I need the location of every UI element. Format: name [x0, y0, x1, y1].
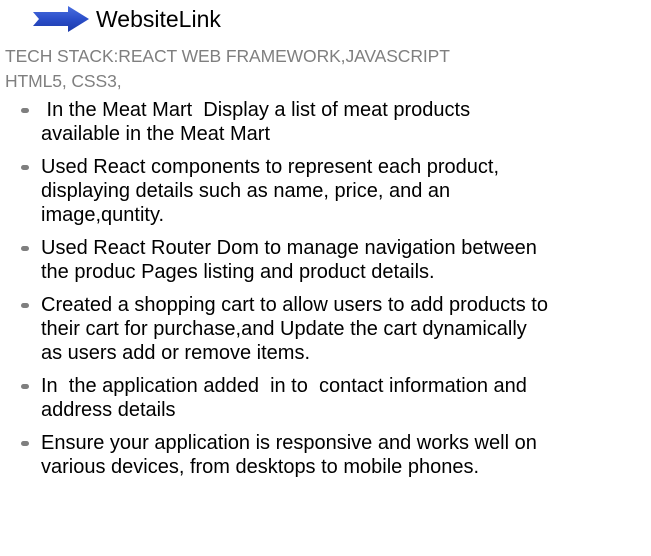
bullet-line: the produc Pages listing and product det… — [41, 261, 435, 283]
list-item: Ensure your application is responsive an… — [0, 431, 651, 479]
bullet-line: available in the Meat Mart — [41, 123, 271, 145]
bullet-line: Created a shopping cart to allow users t… — [41, 294, 548, 316]
list-item: In the application added in to contact i… — [0, 374, 651, 422]
right-arrow-icon — [32, 6, 90, 32]
bullet-line: Ensure your application is responsive an… — [41, 432, 537, 454]
tech-stack-text: TECH STACK:REACT WEB FRAMEWORK,JAVASCRIP… — [5, 44, 625, 94]
bullet-line: image,quntity. — [41, 204, 165, 226]
bullet-line: as users add or remove items. — [41, 342, 310, 364]
bullet-line: address details — [41, 399, 176, 421]
bullet-line: In the Meat Mart Display a list of meat … — [41, 99, 471, 121]
bullet-icon — [21, 303, 29, 308]
bullet-icon — [21, 384, 29, 389]
bullet-line: their cart for purchase,and Update the c… — [41, 318, 527, 340]
bullet-line: Used React components to represent each … — [41, 156, 500, 178]
tech-stack-line: TECH STACK:REACT WEB FRAMEWORK,JAVASCRIP… — [5, 46, 450, 66]
list-item: Created a shopping cart to allow users t… — [0, 293, 651, 365]
feature-bullet-list: In the Meat Mart Display a list of meat … — [0, 98, 651, 488]
bullet-line: In the application added in to contact i… — [41, 375, 527, 397]
bullet-line: Used React Router Dom to manage navigati… — [41, 237, 537, 259]
bullet-line: displaying details such as name, price, … — [41, 180, 451, 202]
list-item: Used React components to represent each … — [0, 155, 651, 227]
website-link[interactable]: WebsiteLink — [96, 6, 221, 33]
bullet-icon — [21, 246, 29, 251]
bullet-line: various devices, from desktops to mobile… — [41, 456, 479, 478]
tech-stack-line: HTML5, CSS3, — [5, 71, 122, 91]
bullet-icon — [21, 165, 29, 170]
bullet-icon — [21, 441, 29, 446]
website-link-header[interactable]: WebsiteLink — [32, 2, 221, 36]
list-item: Used React Router Dom to manage navigati… — [0, 236, 651, 284]
resume-project-section: WebsiteLink TECH STACK:REACT WEB FRAMEWO… — [0, 0, 651, 556]
bullet-icon — [21, 108, 29, 113]
list-item: In the Meat Mart Display a list of meat … — [0, 98, 651, 146]
